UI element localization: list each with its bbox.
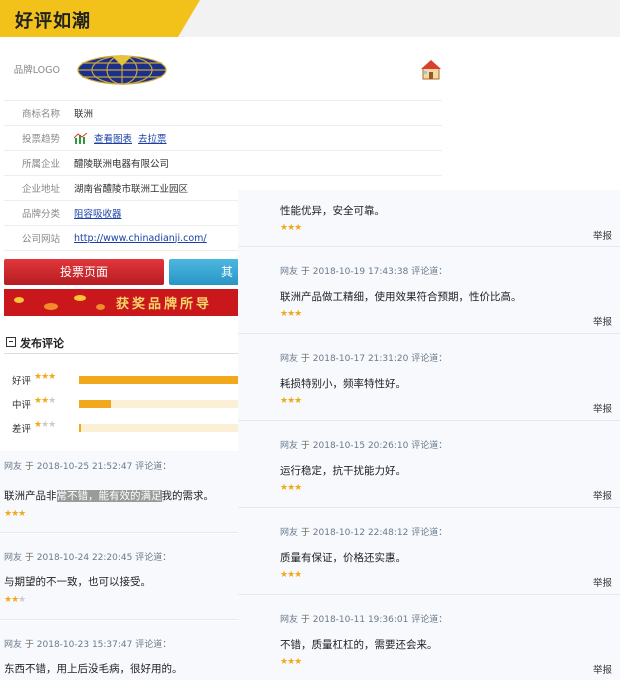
section-tag: 好评如潮: [0, 0, 200, 37]
chart-icon: [74, 132, 88, 144]
comment-item: 网友 于 2018-10-15 20:26:10 评论道： 运行稳定，抗干扰能力…: [238, 422, 620, 508]
comment-meta: 网友 于 2018-10-12 22:48:12 评论道：: [280, 528, 448, 538]
comment-text: 性能优异，安全可靠。: [280, 205, 385, 217]
comment-stars: ★★★: [4, 595, 26, 605]
comment-meta: 网友 于 2018-10-17 21:31:20 评论道：: [280, 354, 448, 364]
category-link[interactable]: 阻容吸收器: [74, 206, 122, 220]
comment-stars: ★★★: [280, 570, 302, 580]
rating-row-bad: 差评 ★★★: [12, 420, 240, 435]
comment-text: 联洲产品非常不错，能有效的满足我的需求。: [4, 490, 214, 502]
comment-text: 东西不错，用上后没毛病，很好用的。: [4, 663, 183, 675]
rating-label: 中评: [12, 400, 32, 411]
comment-stars: ★★★: [280, 309, 302, 319]
comment-text: 耗损特别小，频率特性好。: [280, 378, 406, 390]
comment-stars: ★★★: [280, 223, 302, 233]
rating-stars: ★★★: [34, 420, 56, 430]
comment-item: 网友 于 2018-10-25 21:52:47 评论道： 联洲产品非常不错，能…: [0, 451, 240, 533]
comment-text: 联洲产品做工精细，使用效果符合预期，性价比高。: [280, 291, 522, 303]
info-label: 商标名称: [21, 109, 60, 120]
website-link[interactable]: http://www.chinadianji.com/: [74, 233, 207, 244]
comment-text: 与期望的不一致，也可以接受。: [4, 576, 151, 588]
comment-item: 网友 于 2018-10-17 21:31:20 评论道： 耗损特别小，频率特性…: [238, 335, 620, 421]
section-title: 好评如潮: [15, 11, 91, 32]
canvass-link[interactable]: 去拉票: [138, 131, 167, 145]
report-link[interactable]: 举报: [593, 662, 612, 676]
comment-item: 网友 于 2018-10-11 19:36:01 评论道： 不错，质量杠杠的，需…: [238, 596, 620, 680]
info-label: 投票趋势: [21, 134, 60, 145]
company-name: 醴陵联洲电器有限公司: [74, 159, 170, 170]
comment-text: 不错，质量杠杠的，需要还会来。: [280, 639, 438, 651]
rating-bar-fill: [79, 424, 82, 432]
comment-meta: 网友 于 2018-10-23 15:37:47 评论道：: [4, 640, 172, 650]
view-chart-link[interactable]: 查看图表: [94, 131, 132, 145]
comment-stars: ★★★: [280, 657, 302, 667]
rating-row-good: 好评 ★★★: [12, 372, 240, 387]
brand-logo: [77, 54, 167, 85]
company-address: 湖南省醴陵市联洲工业园区: [74, 184, 189, 195]
comment-text: 运行稳定，抗干扰能力好。: [280, 465, 406, 477]
comment-item: 网友 于 2018-10-23 15:37:47 评论道： 东西不错，用上后没毛…: [0, 621, 240, 680]
banner-decoration: [74, 295, 86, 301]
info-row-brand-name: 商标名称 联洲: [4, 101, 442, 126]
comment-item: 网友 于 2018-10-19 17:43:38 评论道： 联洲产品做工精细，使…: [238, 248, 620, 334]
brand-name: 联洲: [74, 109, 94, 120]
comment-item: 性能优异，安全可靠。 ★★★ 举报: [238, 190, 620, 247]
report-link[interactable]: 举报: [593, 314, 612, 328]
rating-bar: [79, 376, 240, 384]
section-header: 好评如潮: [0, 0, 620, 37]
rating-bar: [79, 424, 240, 432]
rating-bar-fill: [79, 376, 240, 384]
banner-decoration: [96, 304, 105, 310]
comment-stars: ★★★: [280, 483, 302, 493]
rating-bar: [79, 400, 240, 408]
comment-section-header: 发布评论: [4, 330, 240, 354]
comment-item: 网友 于 2018-10-24 22:20:45 评论道： 与期望的不一致，也可…: [0, 534, 240, 620]
banner-text: 获奖品牌所导: [116, 297, 213, 312]
rating-stars: ★★★: [34, 396, 56, 406]
info-row-company: 所属企业 醴陵联洲电器有限公司: [4, 151, 442, 176]
comment-list-panel: 性能优异，安全可靠。 ★★★ 举报 网友 于 2018-10-19 17:43:…: [238, 190, 620, 680]
info-row-logo: 品牌LOGO: [4, 37, 442, 101]
comment-section-title: 发布评论: [20, 337, 64, 350]
report-link[interactable]: 举报: [593, 228, 612, 242]
rating-row-medium: 中评 ★★★: [12, 396, 240, 411]
info-label: 所属企业: [21, 159, 60, 170]
banner-decoration: [14, 297, 24, 303]
comment-stars: ★★★: [280, 396, 302, 406]
comment-meta: 网友 于 2018-10-15 20:26:10 评论道：: [280, 441, 448, 451]
info-row-vote-trend: 投票趋势 查看图表 去拉票: [4, 126, 442, 151]
comment-text: 质量有保证，价格还实惠。: [280, 552, 406, 564]
info-label: 公司网站: [21, 234, 60, 245]
rating-label: 差评: [12, 424, 32, 435]
comment-icon: [6, 337, 16, 347]
comment-meta: 网友 于 2018-10-25 21:52:47 评论道：: [4, 462, 172, 472]
selected-text[interactable]: 常不错，能有效的满足: [56, 490, 162, 502]
info-label: 品牌分类: [21, 209, 60, 220]
comment-stars: ★★★: [4, 509, 26, 519]
other-button[interactable]: 其: [169, 259, 240, 285]
rating-stars: ★★★: [34, 372, 56, 382]
report-link[interactable]: 举报: [593, 488, 612, 502]
comment-meta: 网友 于 2018-10-11 19:36:01 评论道：: [280, 615, 448, 625]
report-link[interactable]: 举报: [593, 401, 612, 415]
comment-item: 网友 于 2018-10-12 22:48:12 评论道： 质量有保证，价格还实…: [238, 509, 620, 595]
banner-decoration: [44, 303, 58, 310]
award-banner[interactable]: 获奖品牌所导: [4, 289, 240, 316]
report-link[interactable]: 举报: [593, 575, 612, 589]
info-label: 品牌LOGO: [13, 64, 60, 76]
vote-page-button[interactable]: 投票页面: [4, 259, 164, 285]
rating-label: 好评: [12, 376, 32, 387]
comment-meta: 网友 于 2018-10-19 17:43:38 评论道：: [280, 267, 448, 277]
info-label: 企业地址: [21, 184, 60, 195]
house-icon: [421, 60, 441, 80]
comment-meta: 网友 于 2018-10-24 22:20:45 评论道：: [4, 553, 172, 563]
rating-bar-fill: [79, 400, 112, 408]
